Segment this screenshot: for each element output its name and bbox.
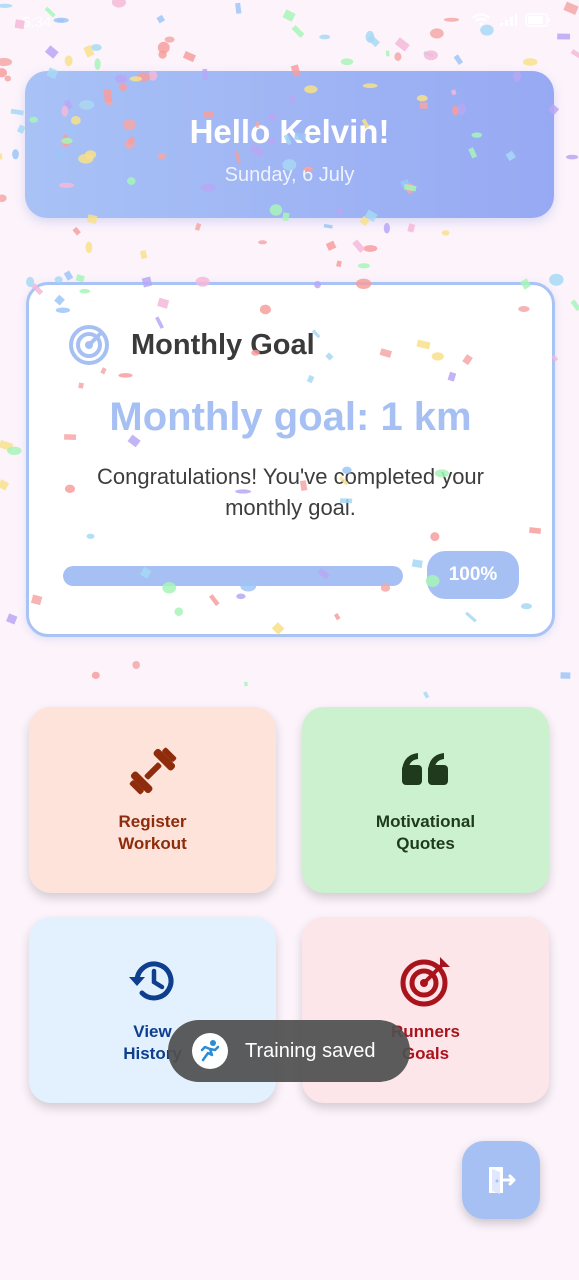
confetti-piece (132, 660, 140, 670)
current-date: Sunday, 6 July (224, 164, 355, 186)
goal-progress-badge: 100% (427, 551, 519, 599)
confetti-piece (182, 50, 196, 63)
toast-text: Training saved (245, 1039, 376, 1062)
confetti-piece (566, 154, 579, 160)
confetti-piece (453, 54, 464, 65)
confetti-piece (336, 260, 342, 268)
greeting-header: Hello Kelvin! Sunday, 6 July (25, 71, 554, 218)
confetti-piece (64, 55, 73, 67)
confetti-piece (570, 299, 579, 312)
confetti-piece (6, 613, 18, 625)
confetti-piece (91, 671, 100, 680)
confetti-piece (560, 672, 571, 679)
confetti-piece (90, 44, 102, 51)
confetti-piece (0, 439, 14, 452)
confetti-piece (323, 223, 333, 229)
confetti-piece (570, 49, 579, 60)
confetti-piece (0, 194, 7, 203)
status-bar: 5:34 (0, 0, 579, 44)
confetti-piece (357, 263, 370, 269)
goal-headline: Monthly goal: 1 km (109, 395, 472, 439)
track-changes-icon (69, 325, 109, 365)
register-workout-button[interactable]: Register Workout (29, 707, 276, 893)
status-time: 5:34 (22, 14, 52, 31)
confetti-piece (0, 479, 10, 491)
confetti-piece (325, 240, 337, 251)
confetti-piece (0, 57, 13, 67)
toast-notification: Training saved (168, 1020, 410, 1082)
motivational-quotes-button[interactable]: Motivational Quotes (302, 707, 549, 893)
signal-icon (500, 14, 517, 26)
goal-card-title: Monthly Goal (131, 329, 315, 361)
confetti-piece (7, 446, 22, 456)
confetti-piece (94, 58, 101, 70)
confetti-piece (4, 75, 12, 82)
goal-progress-bar (63, 566, 403, 586)
confetti-piece (340, 58, 354, 66)
logout-icon (489, 1167, 516, 1194)
confetti-piece (549, 273, 564, 286)
register-workout-label: Register Workout (118, 812, 187, 853)
wifi-icon (472, 13, 490, 26)
confetti-piece (194, 222, 202, 231)
confetti-piece (26, 276, 35, 287)
goal-progress-fill (63, 566, 403, 586)
dumbbell-icon (129, 747, 176, 795)
logout-button[interactable] (462, 1141, 540, 1219)
confetti-piece (0, 153, 3, 161)
confetti-piece (83, 44, 95, 58)
confetti-piece (385, 50, 390, 57)
status-icons (471, 12, 551, 28)
confetti-piece (522, 58, 538, 66)
greeting-title: Hello Kelvin! (189, 113, 390, 150)
confetti-piece (423, 691, 430, 699)
motivational-quotes-label: Motivational Quotes (375, 812, 476, 853)
confetti-piece (0, 68, 8, 78)
confetti-piece (63, 270, 74, 281)
confetti-piece (423, 50, 438, 61)
history-icon (128, 961, 173, 1001)
confetti-piece (85, 241, 93, 254)
confetti-piece (139, 250, 148, 259)
confetti-piece (394, 52, 402, 61)
monthly-goal-card: Monthly Goal Monthly goal: 1 km Congratu… (26, 282, 555, 637)
target-icon (400, 957, 450, 1007)
confetti-piece (72, 226, 81, 236)
quote-icon (401, 753, 448, 785)
goal-message: Congratulations! You've completed your m… (96, 464, 484, 520)
confetti-piece (363, 245, 378, 252)
confetti-piece (383, 222, 390, 234)
confetti-piece (244, 681, 248, 687)
confetti-piece (158, 50, 167, 59)
confetti-piece (407, 223, 416, 233)
confetti-piece (10, 108, 24, 116)
confetti-piece (423, 51, 434, 58)
battery-icon (525, 13, 550, 27)
confetti-piece (12, 149, 19, 160)
confetti-piece (352, 239, 366, 253)
confetti-piece (44, 45, 59, 59)
runner-icon (192, 1033, 228, 1069)
confetti-piece (441, 230, 450, 236)
confetti-piece (258, 240, 267, 245)
